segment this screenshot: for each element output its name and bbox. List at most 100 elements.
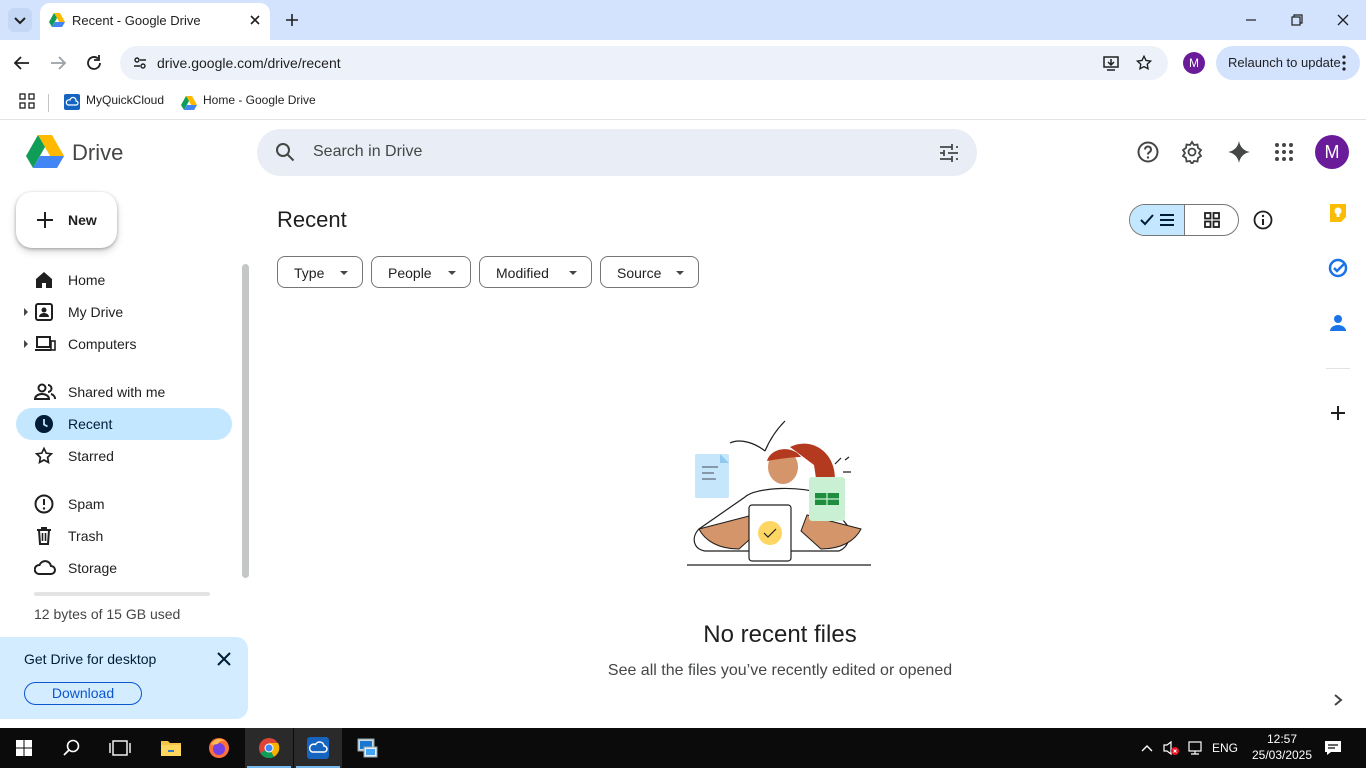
keep-icon[interactable] [1328,202,1348,224]
nav-home[interactable]: Home [16,264,232,296]
taskbar-search-button[interactable] [48,728,96,768]
reload-icon[interactable] [85,53,103,73]
dropdown-arrow-icon [448,271,456,275]
nav-label: Shared with me [68,384,166,400]
page-title: Recent [277,207,347,232]
search-icon[interactable] [275,142,295,162]
bookmark-label: Home - Google Drive [203,93,316,107]
nav-shared-with-me[interactable]: Shared with me [16,376,232,408]
profile-avatar[interactable]: M [1183,52,1205,74]
gemini-sparkle-icon[interactable] [1227,140,1251,164]
side-panel [1310,121,1366,728]
windows-taskbar: ENG 12:57 25/03/2025 [0,728,1366,768]
search-input[interactable]: Search in Drive [313,143,422,161]
settings-gear-icon[interactable] [1180,140,1204,164]
taskbar-myquickcloud[interactable] [294,728,342,768]
storage-cloud-icon [34,560,56,575]
clock-date: 25/03/2025 [1251,748,1313,762]
list-view-button[interactable] [1130,205,1185,235]
chevron-right-icon[interactable] [1332,693,1344,707]
minimize-icon[interactable] [1243,12,1259,28]
grid-view-button[interactable] [1186,205,1238,235]
google-drive-logo-icon [49,13,65,27]
notifications-icon[interactable] [1324,739,1342,757]
google-drive-logo-icon [26,135,64,168]
filter-people[interactable]: People [371,256,471,288]
relaunch-to-update-button[interactable]: Relaunch to update [1216,46,1360,80]
download-button[interactable]: Download [24,682,142,705]
back-icon[interactable] [12,54,32,72]
bookmarks-divider [48,94,49,112]
task-view-button[interactable] [96,728,144,768]
remote-desktop-icon [357,738,378,758]
search-bar[interactable]: Search in Drive [257,129,977,176]
windows-logo-icon [16,740,32,756]
storage-usage-bar [34,592,210,596]
filter-source[interactable]: Source [600,256,699,288]
info-icon[interactable] [1253,210,1273,230]
taskbar-remote-desktop[interactable] [343,728,391,768]
side-panel-divider [1326,368,1350,369]
taskbar-chrome[interactable] [245,728,293,768]
forward-icon[interactable] [48,54,68,72]
expand-caret-icon[interactable] [24,340,28,348]
recent-clock-icon [35,415,53,433]
nav-starred[interactable]: Starred [16,440,232,472]
dropdown-arrow-icon [676,271,684,275]
home-icon [36,272,52,288]
nav-storage[interactable]: Storage [16,552,232,584]
bookmark-myquickcloud[interactable]: MyQuickCloud [63,86,173,120]
network-icon[interactable] [1186,740,1204,756]
more-vertical-icon [1342,55,1346,71]
shared-people-icon [34,383,56,400]
expand-caret-icon[interactable] [24,308,28,316]
window-close-icon[interactable] [1335,12,1351,28]
taskbar-firefox[interactable] [195,728,243,768]
chrome-icon [259,738,280,759]
nav-spam[interactable]: Spam [16,488,232,520]
tasks-icon[interactable] [1328,258,1348,278]
site-settings-icon[interactable] [132,55,148,71]
spam-warning-icon [34,494,54,514]
folder-icon [161,741,181,756]
help-icon[interactable] [1137,141,1159,163]
close-icon[interactable] [216,651,232,667]
nav-my-drive[interactable]: My Drive [16,296,232,328]
install-app-icon[interactable] [1102,54,1120,72]
nav-recent[interactable]: Recent [16,408,232,440]
browser-tab-active[interactable]: Recent - Google Drive [40,3,270,40]
tab-search-button[interactable] [8,8,32,32]
google-apps-icon[interactable] [1274,142,1294,162]
input-language[interactable]: ENG [1212,741,1238,755]
tab-title: Recent - Google Drive [72,13,201,28]
add-addon-plus-icon[interactable] [1330,405,1346,421]
filter-modified[interactable]: Modified [479,256,592,288]
search-options-icon[interactable] [939,143,959,163]
computers-icon [35,336,56,351]
volume-muted-icon[interactable] [1162,740,1180,756]
new-button[interactable]: New [16,192,117,248]
address-bar[interactable]: drive.google.com/drive/recent [120,46,1168,80]
nav-computers[interactable]: Computers [16,328,232,360]
myquickcloud-icon [307,737,329,759]
product-name: Drive [72,140,124,165]
desktop-promo-card: Get Drive for desktop Download [0,637,248,719]
show-hidden-icons-icon[interactable] [1140,742,1154,754]
task-view-icon [109,740,131,756]
apps-grid-icon[interactable] [19,93,35,109]
restore-icon[interactable] [1289,12,1305,28]
list-view-icon [1140,214,1174,226]
new-tab-icon[interactable] [284,12,300,28]
tab-close-icon[interactable] [248,13,262,27]
filter-label: Modified [496,265,549,281]
filter-type[interactable]: Type [277,256,363,288]
bookmarks-bar: MyQuickCloud Home - Google Drive [0,86,1366,120]
contacts-icon[interactable] [1329,313,1347,333]
nav-trash[interactable]: Trash [16,520,232,552]
sidebar-scrollbar[interactable] [242,264,249,578]
bookmark-star-icon[interactable] [1135,54,1153,72]
start-button[interactable] [0,728,48,768]
bookmark-home-google-drive[interactable]: Home - Google Drive [181,86,321,120]
taskbar-file-explorer[interactable] [147,728,195,768]
filter-label: Type [294,265,325,281]
